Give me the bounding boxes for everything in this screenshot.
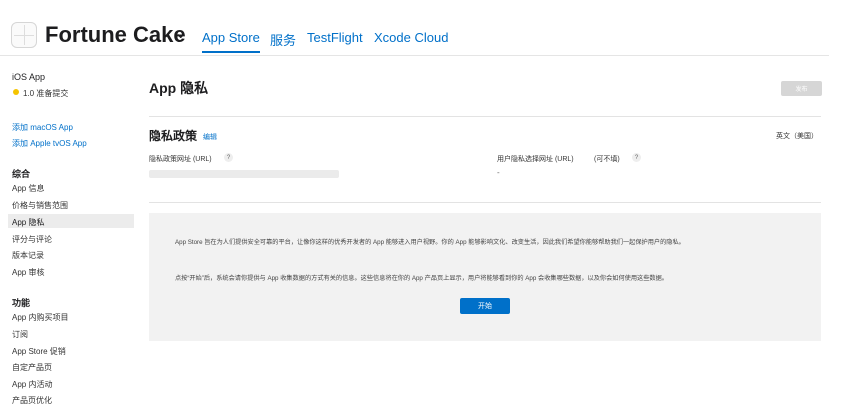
start-button[interactable]: 开始: [460, 298, 510, 314]
privacy-policy-url-label: 隐私政策网址 (URL): [149, 156, 212, 163]
app-name[interactable]: Fortune Cake: [45, 22, 186, 48]
version-status[interactable]: 1.0 准备提交: [23, 88, 68, 99]
sidebar-item-app-privacy[interactable]: App 隐私: [12, 217, 44, 228]
status-dot-icon: [13, 89, 19, 95]
user-choice-optional-label: (可不填): [594, 156, 620, 163]
sidebar-item-pricing[interactable]: 价格与销售范围: [12, 200, 68, 211]
help-icon[interactable]: ?: [224, 153, 233, 162]
privacy-policy-title: 隐私政策: [149, 129, 198, 143]
section-divider: [149, 116, 821, 117]
sidebar-item-subscriptions[interactable]: 订阅: [12, 329, 28, 340]
add-tvos-app-link[interactable]: 添加 Apple tvOS App: [12, 138, 87, 149]
sidebar-item-app-info[interactable]: App 信息: [12, 183, 44, 194]
sidebar-section-features: 功能: [12, 298, 31, 308]
tab-xcode-cloud[interactable]: Xcode Cloud: [374, 30, 448, 45]
sidebar-item-in-app-events[interactable]: App 内活动: [12, 379, 52, 390]
language-label: 英文（美国）: [776, 133, 818, 140]
header-divider: [0, 55, 829, 56]
sidebar-item-app-review[interactable]: App 审核: [12, 267, 44, 278]
add-macos-app-link[interactable]: 添加 macOS App: [12, 122, 73, 133]
section-divider: [149, 202, 821, 203]
app-header: Fortune Cake ⌄ App Store 服务 TestFlight X…: [0, 0, 867, 64]
privacy-policy-url-value: [149, 170, 339, 178]
user-choice-url-value: -: [497, 168, 500, 177]
user-choice-url-label: 用户隐私选择网址 (URL): [497, 156, 574, 163]
tab-services[interactable]: 服务: [270, 30, 296, 49]
tab-app-store[interactable]: App Store: [202, 30, 260, 53]
edit-link[interactable]: 编辑: [203, 132, 217, 142]
sidebar-item-product-page-optimization[interactable]: 产品页优化: [12, 395, 52, 406]
sidebar-item-in-app-purchases[interactable]: App 内购买项目: [12, 312, 68, 323]
sidebar-item-version-history[interactable]: 版本记录: [12, 250, 44, 261]
sidebar-item-custom-product-pages[interactable]: 自定产品页: [12, 362, 52, 373]
help-icon[interactable]: ?: [632, 153, 641, 162]
intro-paragraph: App Store 旨在为人们提供安全可靠的平台，让像你这样的优秀开发者的 Ap…: [175, 239, 685, 246]
page-title: App 隐私: [149, 80, 209, 96]
app-placeholder-icon: [11, 22, 37, 48]
publish-button[interactable]: 发布: [781, 81, 822, 96]
platform-label: iOS App: [12, 72, 46, 82]
sidebar-item-promotions[interactable]: App Store 促销: [12, 346, 66, 357]
chevron-down-icon[interactable]: ⌄: [174, 23, 187, 43]
tab-testflight[interactable]: TestFlight: [307, 30, 363, 45]
sidebar-section-general: 综合: [12, 169, 31, 179]
intro-paragraph: 点按“开始”后，系统会请你提供与 App 收集数据的方式有关的信息。这些信息将在…: [175, 275, 668, 282]
privacy-intro-panel: App Store 旨在为人们提供安全可靠的平台，让像你这样的优秀开发者的 Ap…: [149, 213, 821, 341]
sidebar-item-ratings[interactable]: 评分与评论: [12, 234, 52, 245]
